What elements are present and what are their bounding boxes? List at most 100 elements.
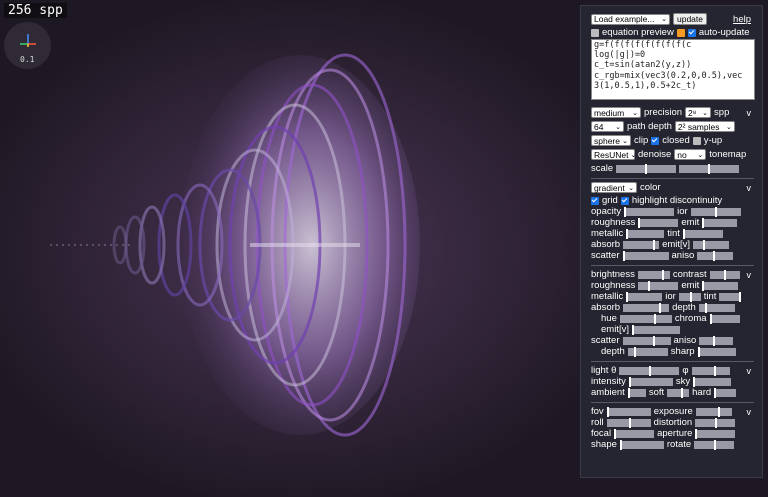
- help-link[interactable]: help: [733, 14, 751, 25]
- soft-slider[interactable]: [667, 387, 690, 398]
- clip-label: clip: [634, 135, 649, 146]
- camera-section-toggle[interactable]: v: [747, 407, 752, 417]
- tint-slider[interactable]: [682, 228, 723, 239]
- sky-slider[interactable]: [693, 376, 732, 387]
- light-phi-slider[interactable]: [691, 365, 730, 376]
- rotate-slider[interactable]: [694, 439, 735, 450]
- equation-preview-checkbox[interactable]: [591, 28, 599, 37]
- intensity-slider[interactable]: [628, 376, 673, 387]
- precision-select[interactable]: medium ⌄: [591, 107, 641, 118]
- brightness-label: brightness: [591, 269, 635, 280]
- brightness-slider[interactable]: [637, 269, 670, 280]
- mat-roughness-slider[interactable]: [638, 280, 679, 291]
- emit-slider[interactable]: [702, 217, 738, 228]
- denoise-label: denoise: [638, 149, 672, 160]
- emit-v-slider[interactable]: [693, 239, 730, 250]
- ambient-label: ambient: [591, 387, 625, 398]
- yup-checkbox[interactable]: [692, 136, 701, 145]
- sky-label: sky: [675, 376, 691, 387]
- focal-slider[interactable]: [614, 428, 655, 439]
- highlight-discontinuity-label: highlight discontinuity: [631, 195, 723, 206]
- mat-ior-slider[interactable]: [678, 291, 701, 302]
- spp-label: spp: [714, 107, 730, 118]
- grid-checkbox[interactable]: [591, 196, 599, 205]
- mat-emit-v-label: emit[v]: [601, 324, 629, 335]
- mat-tint-label: tint: [703, 291, 717, 302]
- focal-label: focal: [591, 428, 612, 439]
- sharp-label: sharp: [670, 346, 695, 357]
- contrast-slider[interactable]: [709, 269, 740, 280]
- highlight-discontinuity-checkbox[interactable]: [620, 196, 629, 205]
- absorb-slider[interactable]: [623, 239, 660, 250]
- roughness-slider[interactable]: [638, 217, 679, 228]
- spp-select[interactable]: 2⁸ ⌄: [685, 107, 712, 118]
- mat-emit-slider[interactable]: [702, 280, 739, 291]
- samples-select[interactable]: 2² samples ⌄: [674, 121, 735, 132]
- load-example-select[interactable]: Load example... ⌄: [591, 13, 670, 25]
- mat-ior-label: ior: [665, 291, 676, 302]
- mat-depth-label: depth: [672, 302, 696, 313]
- hue-slider[interactable]: [619, 313, 672, 324]
- update-button[interactable]: update: [673, 13, 707, 25]
- scale-slider-1[interactable]: [616, 163, 677, 174]
- mat-scatter-slider[interactable]: [622, 335, 671, 346]
- tint-label: tint: [667, 228, 680, 239]
- distortion-label: distortion: [653, 417, 693, 428]
- equation-preview-indicator: [676, 28, 685, 37]
- tonemap-select[interactable]: no ⌄: [674, 149, 707, 160]
- roll-slider[interactable]: [606, 417, 651, 428]
- scatter-slider[interactable]: [622, 250, 669, 261]
- distortion-slider[interactable]: [695, 417, 736, 428]
- roll-label: roll: [591, 417, 604, 428]
- emit-v-label: emit[v]: [662, 239, 691, 250]
- mat-depth-slider[interactable]: [698, 302, 735, 313]
- color-mode-select[interactable]: gradient ⌄: [591, 182, 637, 193]
- light-theta-label: light θ: [591, 365, 617, 376]
- rendered-surface: [50, 53, 420, 437]
- color-label: color: [640, 182, 661, 193]
- color-section-toggle[interactable]: v: [747, 183, 752, 193]
- fov-slider[interactable]: [606, 406, 651, 417]
- render-section-toggle[interactable]: v: [747, 108, 752, 118]
- roughness-label: roughness: [591, 217, 636, 228]
- mat-emit-v-slider[interactable]: [631, 324, 680, 335]
- metallic-slider[interactable]: [626, 228, 665, 239]
- chevron-down-icon: ⌄: [661, 16, 667, 23]
- ior-slider[interactable]: [690, 206, 741, 217]
- scale-slider-2[interactable]: [679, 163, 740, 174]
- mat-depth2-slider[interactable]: [627, 346, 668, 357]
- closed-checkbox[interactable]: [651, 136, 660, 145]
- mat-aniso-label: aniso: [673, 335, 697, 346]
- denoise-select[interactable]: ResUNet ⌄: [591, 149, 636, 160]
- light-theta-slider[interactable]: [619, 365, 680, 376]
- hard-slider[interactable]: [714, 387, 737, 398]
- shape-slider[interactable]: [619, 439, 664, 450]
- ambient-slider[interactable]: [627, 387, 646, 398]
- mat-metallic-slider[interactable]: [626, 291, 663, 302]
- exposure-label: exposure: [653, 406, 693, 417]
- equation-editor[interactable]: [591, 39, 755, 100]
- chroma-slider[interactable]: [709, 313, 740, 324]
- mat-tint-slider[interactable]: [719, 291, 742, 302]
- auto-update-checkbox[interactable]: [687, 28, 696, 37]
- contrast-label: contrast: [672, 269, 707, 280]
- sharp-slider[interactable]: [697, 346, 736, 357]
- mat-absorb-slider[interactable]: [623, 302, 670, 313]
- aniso-label: aniso: [671, 250, 695, 261]
- aniso-slider[interactable]: [697, 250, 734, 261]
- exposure-slider[interactable]: [695, 406, 732, 417]
- clip-select[interactable]: sphere ⌄: [591, 135, 631, 146]
- mat-emit-label: emit: [681, 280, 700, 291]
- auto-update-label: auto-update: [698, 27, 750, 38]
- mat-aniso-slider[interactable]: [699, 335, 734, 346]
- opacity-slider[interactable]: [624, 206, 675, 217]
- emit-label: emit: [681, 217, 700, 228]
- equation-preview-label: equation preview: [602, 27, 674, 38]
- light-section-toggle[interactable]: v: [747, 366, 752, 376]
- closed-label: closed: [662, 135, 690, 146]
- material-section-toggle[interactable]: v: [747, 270, 752, 280]
- aperture-slider[interactable]: [695, 428, 736, 439]
- hard-label: hard: [692, 387, 712, 398]
- path-depth-select[interactable]: 64 ⌄: [591, 121, 624, 132]
- precision-label: precision: [644, 107, 683, 118]
